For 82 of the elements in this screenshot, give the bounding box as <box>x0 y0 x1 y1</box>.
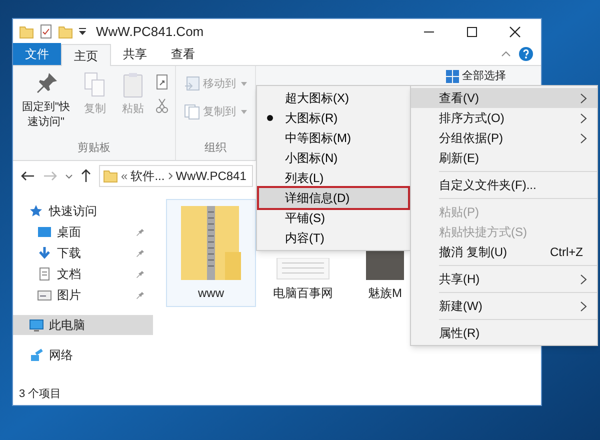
minimize-icon <box>423 30 435 32</box>
ribbon-tab[interactable]: 文件 <box>13 43 61 65</box>
clipboard-icon <box>123 72 143 98</box>
move-icon <box>184 76 200 92</box>
chevron-right-icon <box>580 112 587 124</box>
nav-item[interactable]: 文档 <box>13 264 153 284</box>
nav-item[interactable]: 快速访问 <box>13 201 153 221</box>
down-arrow-icon <box>37 246 52 260</box>
nav-item[interactable]: 网络 <box>13 345 153 365</box>
copy-icon <box>184 104 200 120</box>
menu-item[interactable]: 小图标(N) <box>257 148 410 168</box>
chevron-right-icon <box>580 274 587 284</box>
nav-item[interactable]: 图片 <box>13 285 153 305</box>
chevron-right-icon <box>580 92 587 104</box>
menu-item[interactable]: 撤消 复制(U) Ctrl+Z <box>411 242 597 262</box>
ribbon-tab[interactable]: 查看 <box>159 43 207 65</box>
back-arrow-icon <box>21 171 35 181</box>
picture-icon <box>37 288 52 302</box>
chevron-right-icon <box>168 172 173 180</box>
zip-folder-icon <box>181 206 241 280</box>
maximize-icon <box>466 26 478 38</box>
chevron-down-icon <box>65 174 73 178</box>
caret-icon <box>241 82 247 86</box>
menu-item[interactable]: 列表(L) <box>257 168 410 188</box>
pin-icon <box>136 270 145 278</box>
folder-icon <box>58 24 73 38</box>
help-icon <box>519 47 533 61</box>
dropdown-icon <box>78 27 87 36</box>
star-icon <box>29 204 44 218</box>
close-icon <box>509 26 521 38</box>
scissors-icon <box>156 98 168 114</box>
file-item[interactable]: www <box>166 199 256 307</box>
properties-icon <box>39 24 53 39</box>
folder-icon <box>103 169 118 183</box>
caret-icon <box>241 110 247 114</box>
paste-shortcut-icon <box>155 74 169 90</box>
network-icon <box>29 348 44 362</box>
group-label: 剪贴板 <box>76 140 112 156</box>
document-icon <box>37 267 52 281</box>
file-item[interactable]: 魅族M <box>363 247 407 307</box>
ribbon-tab[interactable]: 主页 <box>61 44 111 66</box>
bullet-icon <box>267 115 273 121</box>
ribbon-button[interactable]: 固定到"快速访问" <box>17 72 75 140</box>
menu-item[interactable]: 自定义文件夹(F)... <box>411 175 597 195</box>
copy-icon <box>84 72 106 98</box>
ribbon-tab[interactable]: 共享 <box>111 43 159 65</box>
chevron-right-icon <box>580 300 587 312</box>
menu-item[interactable]: 内容(T) <box>257 228 410 248</box>
address-bar[interactable]: « 软件... WwW.PC841 <box>99 165 253 187</box>
nav-item[interactable]: 桌面 <box>13 222 153 242</box>
group-label: 组织 <box>204 140 228 156</box>
menu-item[interactable]: 中等图标(M) <box>257 128 410 148</box>
menu-item[interactable]: 排序方式(O) <box>411 108 597 128</box>
menu-item[interactable]: 超大图标(X) <box>257 88 410 108</box>
up-arrow-icon <box>81 169 91 183</box>
grid-icon <box>446 70 459 83</box>
menu-item[interactable]: 查看(V) <box>411 88 597 108</box>
file-item[interactable]: 电脑百事网 <box>270 257 336 307</box>
chevron-right-icon <box>580 132 587 144</box>
folder-icon <box>19 24 34 38</box>
computer-icon <box>29 318 44 332</box>
menu-item[interactable]: 属性(R) <box>411 323 597 343</box>
pin-icon <box>136 290 145 300</box>
photo-placeholder <box>366 248 404 280</box>
forward-arrow-icon <box>43 171 57 181</box>
nav-item[interactable]: 下载 <box>13 243 153 263</box>
menu-item[interactable]: 新建(W) <box>411 296 597 316</box>
document-icon <box>276 258 330 280</box>
pin-icon <box>136 248 145 258</box>
menu-item[interactable]: 共享(H) <box>411 269 597 289</box>
collapse-ribbon-icon <box>501 51 511 57</box>
select-all-button[interactable]: 全部选择 <box>446 69 506 84</box>
nav-item[interactable]: 此电脑 <box>13 315 153 335</box>
menu-item[interactable]: 刷新(E) <box>411 148 597 168</box>
status-text: 3 个项目 <box>18 386 62 402</box>
menu-item[interactable]: 详细信息(D) <box>259 188 408 208</box>
menu-item[interactable]: 大图标(R) <box>257 108 410 128</box>
menu-item[interactable]: 分组依据(P) <box>411 128 597 148</box>
window-title: WwW.PC841.Com <box>96 22 204 41</box>
monitor-icon <box>37 225 52 239</box>
pin-icon <box>136 228 145 236</box>
menu-item[interactable]: 平铺(S) <box>257 208 410 228</box>
